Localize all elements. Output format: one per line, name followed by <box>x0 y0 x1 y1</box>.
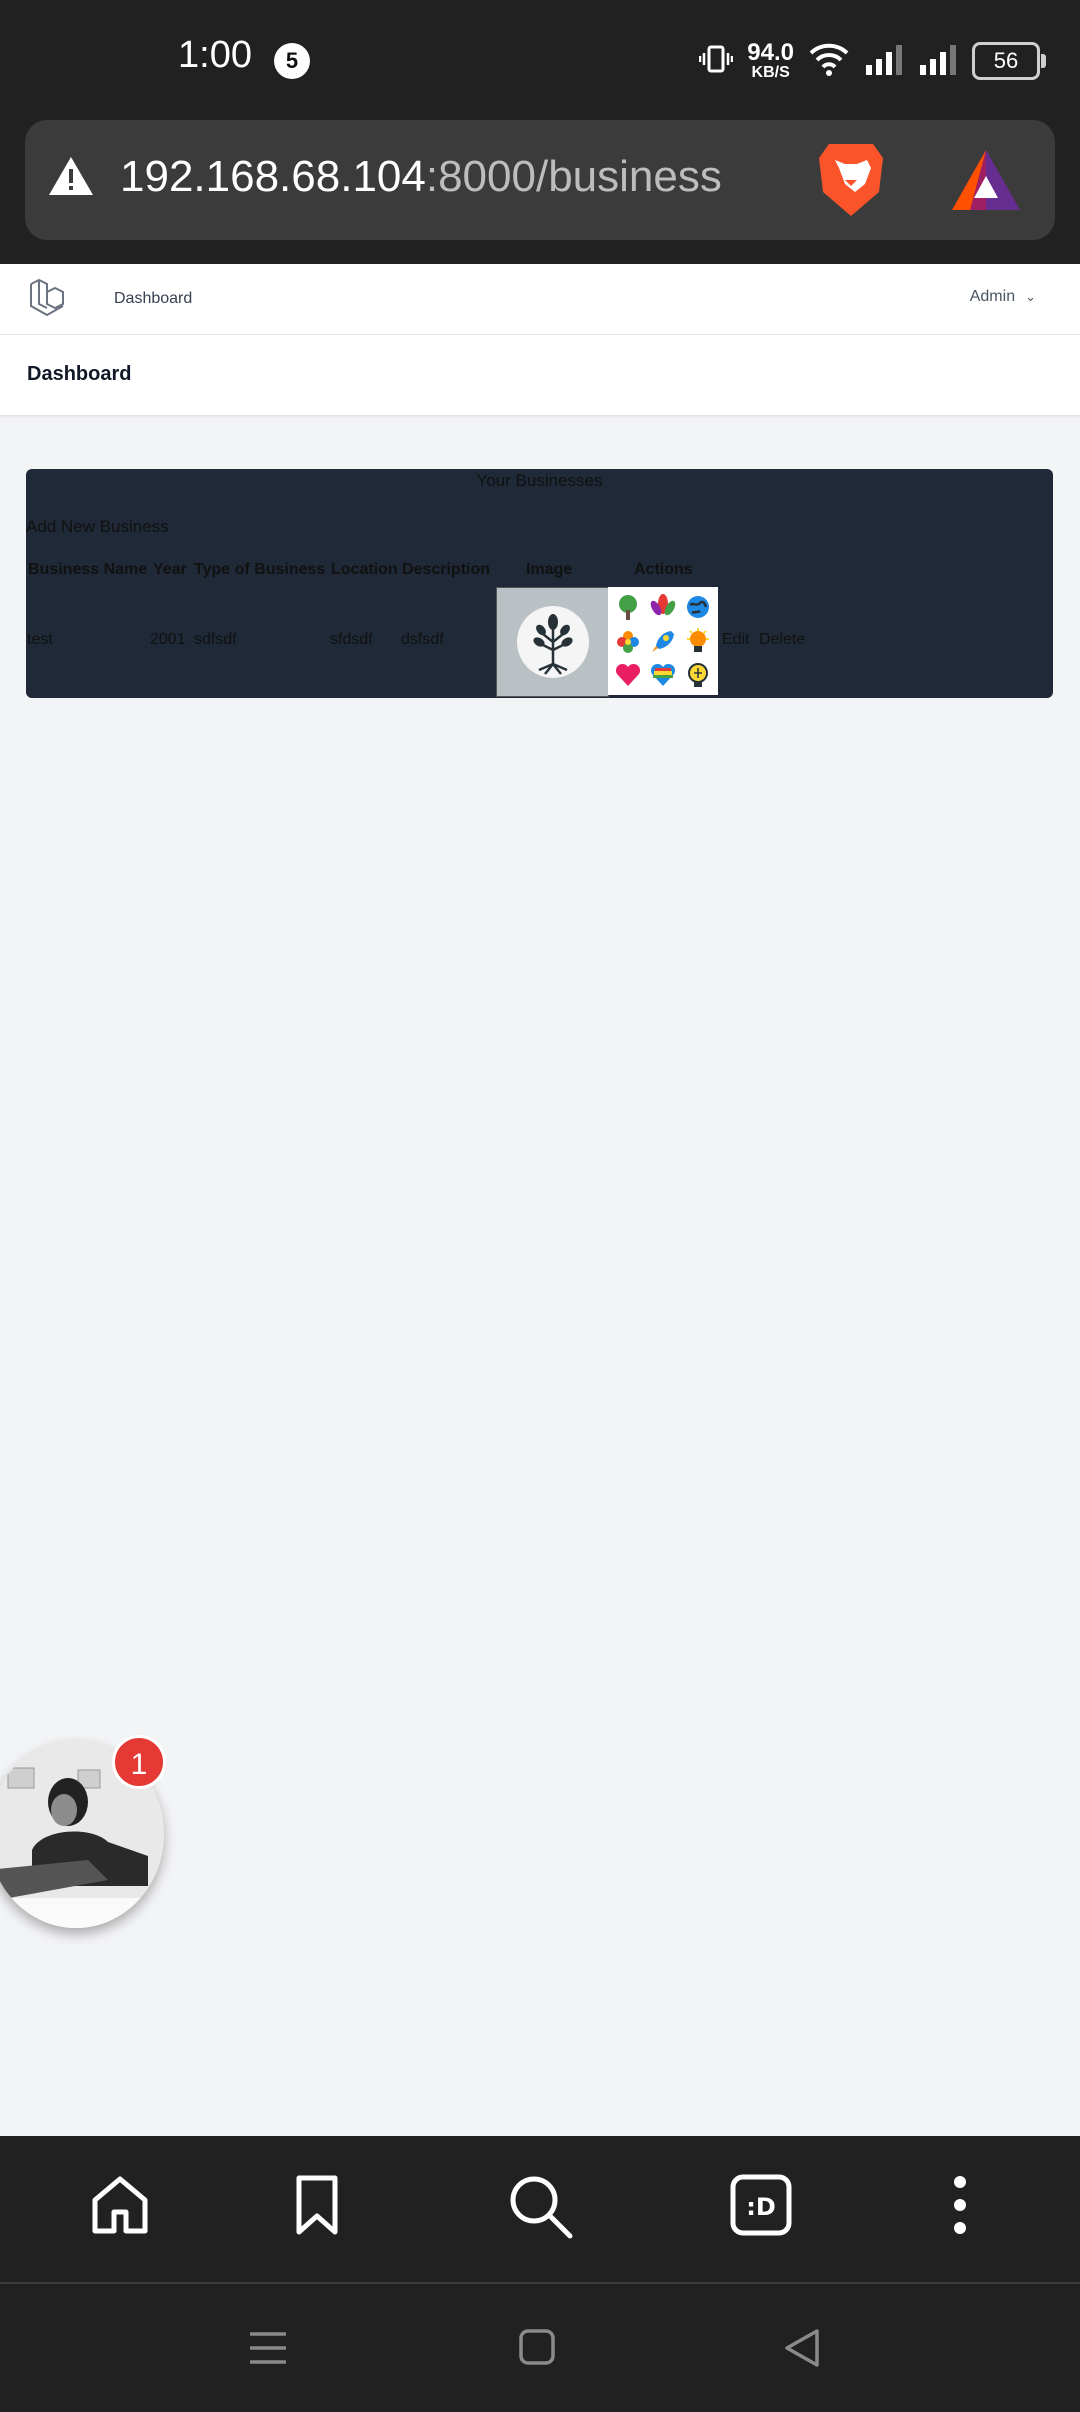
lightbulb-icon <box>681 625 714 657</box>
add-new-business-link[interactable]: Add New Business <box>26 517 169 537</box>
cell-business-name: test <box>27 631 53 648</box>
url-text[interactable]: 192.168.68.104:8000/business <box>120 152 722 202</box>
browser-toolbar: :D <box>0 2136 1080 2284</box>
home-button-icon[interactable] <box>518 2328 556 2370</box>
page-header: Dashboard <box>0 335 1080 415</box>
browser-address-bar: 192.168.68.104:8000/business <box>0 120 1080 264</box>
status-icons: 94.0 KB/S 56 <box>699 36 1046 86</box>
tabs-icon[interactable]: :D <box>730 2174 792 2240</box>
wifi-icon <box>808 42 850 80</box>
status-bar: 1:00 5 94.0 KB/S 56 <box>0 0 1080 120</box>
notification-count-badge: 5 <box>274 43 310 79</box>
column-header-description: Description <box>402 561 491 578</box>
svg-text::D: :D <box>746 2193 776 2221</box>
column-header-location: Location <box>331 561 398 578</box>
cell-type: sdfsdf <box>194 631 237 648</box>
cell-description: dsfsdf <box>401 631 444 648</box>
chevron-down-icon: ⌄ <box>1025 289 1036 304</box>
cell-location: sfdsdf <box>330 631 373 648</box>
tree-icon <box>612 591 645 623</box>
globe-icon <box>681 591 714 623</box>
more-options-icon[interactable] <box>948 2174 972 2240</box>
home-icon[interactable] <box>90 2174 150 2240</box>
business-icons-image <box>608 587 718 695</box>
column-header-actions: Actions <box>634 561 693 578</box>
bulb-globe-icon <box>681 659 714 691</box>
brave-rewards-icon[interactable] <box>950 148 1022 216</box>
delete-link[interactable]: Delete <box>759 631 805 649</box>
user-menu-dropdown[interactable]: Admin ⌄ <box>970 288 1036 306</box>
rocket-icon <box>647 625 680 657</box>
brave-shields-icon[interactable] <box>815 138 887 224</box>
column-header-type: Type of Business <box>194 561 326 578</box>
tree-logo-icon <box>516 606 589 678</box>
bookmark-icon[interactable] <box>292 2174 342 2240</box>
network-speed: 94.0 KB/S <box>747 39 794 81</box>
cell-year: 2001 <box>150 631 186 648</box>
vibrate-icon <box>699 42 734 80</box>
chat-head-unread-badge: 1 <box>112 1735 166 1789</box>
nav-dashboard-link[interactable]: Dashboard <box>114 290 192 308</box>
page-title: Dashboard <box>27 363 132 385</box>
recent-apps-icon[interactable] <box>248 2328 288 2372</box>
column-header-business-name: Business Name <box>28 561 148 578</box>
back-icon[interactable] <box>782 2328 822 2372</box>
system-navigation-bar <box>0 2284 1080 2412</box>
edit-link[interactable]: Edit <box>722 631 750 649</box>
signal-1-icon <box>864 43 904 79</box>
businesses-panel: Your Businesses Add New Business Busines… <box>26 469 1053 698</box>
url-field[interactable]: 192.168.68.104:8000/business <box>25 120 1055 240</box>
heart-icon <box>612 659 645 691</box>
warning-icon[interactable] <box>47 154 95 202</box>
laravel-logo-icon[interactable] <box>28 278 66 322</box>
signal-2-icon <box>918 43 958 79</box>
search-icon[interactable] <box>508 2174 574 2244</box>
lotus-icon <box>647 591 680 623</box>
battery-icon: 56 <box>972 42 1046 80</box>
clock: 1:00 <box>178 34 252 76</box>
flower-icon <box>612 625 645 657</box>
column-header-year: Year <box>153 561 187 578</box>
app-navigation: Dashboard Admin ⌄ <box>0 264 1080 335</box>
panel-heading: Your Businesses <box>476 471 603 490</box>
business-image <box>496 587 609 697</box>
column-header-image: Image <box>526 561 573 578</box>
rainbow-heart-icon <box>647 659 680 691</box>
